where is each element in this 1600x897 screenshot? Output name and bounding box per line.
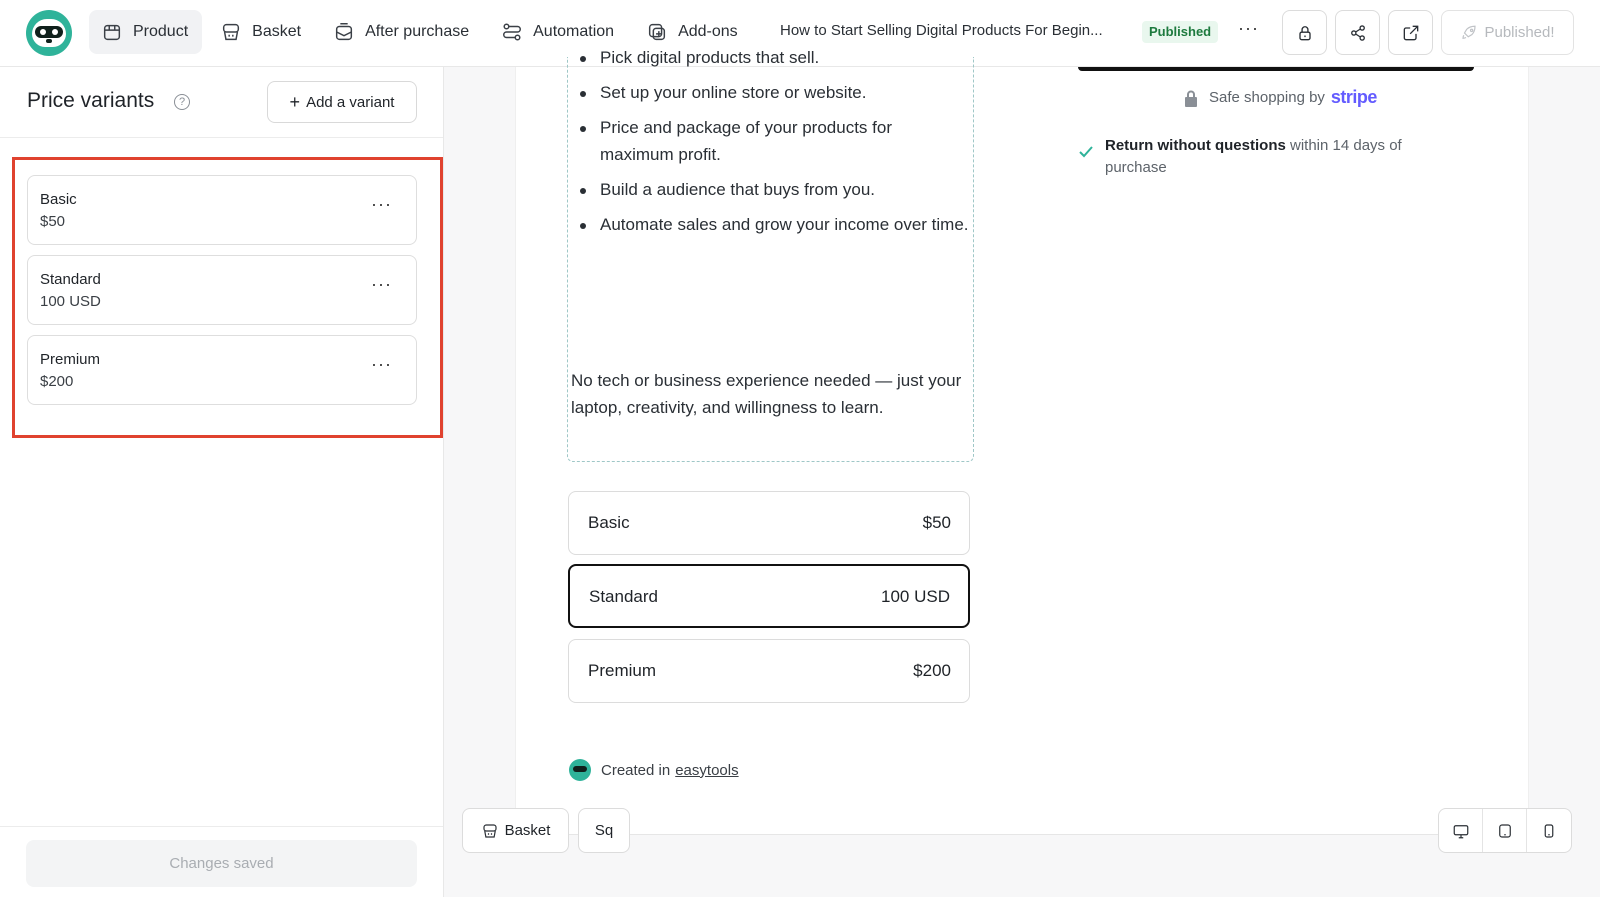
price-variants-panel: Price variants ? + Add a variant Basic $…	[0, 67, 444, 897]
published-button-label: Published!	[1484, 24, 1555, 41]
list-item: Build a audience that buys from you.	[570, 176, 970, 203]
price-option-basic[interactable]: Basic $50	[568, 491, 970, 555]
box-icon	[103, 24, 121, 41]
easytools-link[interactable]: easytools	[675, 762, 738, 779]
variant-price: $200	[40, 373, 74, 390]
list-item: Set up your online store or website.	[570, 79, 970, 106]
add-variant-label: Add a variant	[306, 93, 395, 111]
open-external-button[interactable]	[1388, 10, 1433, 55]
nav-item-product[interactable]: Product	[89, 10, 203, 54]
safe-shopping-note: Safe shopping by stripe	[1183, 87, 1377, 108]
add-variant-button[interactable]: + Add a variant	[267, 81, 417, 123]
list-item: Automate sales and grow your income over…	[570, 211, 970, 238]
sq-preview-button[interactable]: Sq	[578, 808, 630, 853]
list-item: Price and package of your products for m…	[570, 114, 970, 168]
price-option-standard[interactable]: Standard 100 USD	[568, 564, 970, 628]
desktop-icon	[1453, 824, 1468, 838]
variant-name: Premium	[40, 351, 101, 368]
mobile-icon	[1544, 823, 1554, 838]
share-icon	[1350, 24, 1365, 41]
price-option-value: 100 USD	[881, 587, 950, 606]
price-option-value: $50	[922, 513, 951, 532]
nav-item-label: Automation	[533, 23, 615, 40]
panel-header: Price variants ? + Add a variant	[0, 67, 443, 138]
safe-shopping-text: Safe shopping by	[1209, 89, 1325, 106]
addons-icon	[648, 23, 666, 41]
return-policy-note: Return without questions within 14 days …	[1079, 135, 1439, 179]
rocket-icon	[1462, 25, 1477, 39]
stripe-logo: stripe	[1330, 87, 1378, 107]
preview-canvas: Pick digital products that sell. Set up …	[444, 48, 1600, 897]
status-badge: Published	[1142, 21, 1219, 43]
check-icon	[1079, 145, 1093, 158]
mobile-view-button[interactable]	[1527, 809, 1571, 852]
lock-icon	[1185, 90, 1197, 107]
more-options-button[interactable]: ···	[1238, 18, 1259, 39]
external-link-icon	[1403, 25, 1418, 40]
tablet-view-button[interactable]	[1483, 809, 1527, 852]
return-policy-bold: Return without questions	[1105, 137, 1286, 154]
share-button[interactable]	[1335, 10, 1380, 55]
panel-footer: Changes saved	[0, 826, 443, 897]
variant-menu-button[interactable]: ···	[371, 354, 392, 375]
device-toggle	[1438, 808, 1572, 853]
list-item: Pick digital products that sell.	[570, 44, 970, 71]
variant-price: 100 USD	[40, 293, 101, 310]
nav-item-after-purchase[interactable]: After purchase	[321, 10, 483, 54]
nav-item-label: Basket	[252, 23, 302, 40]
price-option-value: $200	[913, 661, 951, 680]
variant-name: Basic	[40, 191, 77, 208]
easytools-mini-logo-icon	[569, 759, 591, 781]
mail-icon	[335, 23, 353, 41]
tablet-icon	[1498, 823, 1511, 838]
plus-icon: +	[289, 91, 301, 112]
published-button[interactable]: Published!	[1441, 10, 1574, 55]
nav-item-label: After purchase	[365, 23, 470, 40]
price-option-name: Premium	[588, 661, 657, 680]
variant-name: Standard	[40, 271, 101, 288]
description-block[interactable]: Pick digital products that sell. Set up …	[567, 48, 974, 462]
nav-item-label: Add-ons	[678, 23, 738, 40]
desktop-view-button[interactable]	[1439, 809, 1483, 852]
checkout-button-edge[interactable]	[1078, 67, 1474, 71]
price-option-name: Basic	[588, 513, 630, 532]
basket-preview-button[interactable]: Basket	[462, 808, 569, 853]
variant-item-standard[interactable]: Standard 100 USD ···	[27, 255, 417, 325]
variant-item-basic[interactable]: Basic $50 ···	[27, 175, 417, 245]
basket-preview-label: Basket	[504, 822, 551, 839]
nav-item-basket[interactable]: Basket	[208, 10, 315, 54]
variant-item-premium[interactable]: Premium $200 ···	[27, 335, 417, 405]
product-page-preview: Pick digital products that sell. Set up …	[515, 48, 1529, 835]
price-option-name: Standard	[589, 587, 658, 606]
basket-icon	[482, 823, 497, 838]
sq-preview-label: Sq	[594, 822, 614, 839]
lock-button[interactable]	[1282, 10, 1327, 55]
easytools-logo-icon[interactable]	[26, 10, 72, 56]
price-option-premium[interactable]: Premium $200	[568, 639, 970, 703]
description-list: Pick digital products that sell. Set up …	[570, 44, 970, 238]
description-closing: No tech or business experience needed — …	[571, 371, 962, 417]
created-in-footer: Created in easytools	[569, 759, 739, 781]
variant-menu-button[interactable]: ···	[371, 274, 392, 295]
variant-price: $50	[40, 213, 66, 230]
help-icon[interactable]: ?	[174, 94, 190, 110]
changes-saved-button: Changes saved	[26, 840, 417, 887]
product-title[interactable]: How to Start Selling Digital Products Fo…	[780, 22, 1103, 39]
created-prefix: Created in	[601, 761, 671, 779]
automation-icon	[503, 23, 522, 41]
variant-menu-button[interactable]: ···	[371, 194, 392, 215]
basket-icon	[223, 23, 240, 41]
lock-icon	[1298, 25, 1311, 40]
panel-title: Price variants	[27, 89, 155, 112]
nav-item-label: Product	[133, 23, 189, 40]
